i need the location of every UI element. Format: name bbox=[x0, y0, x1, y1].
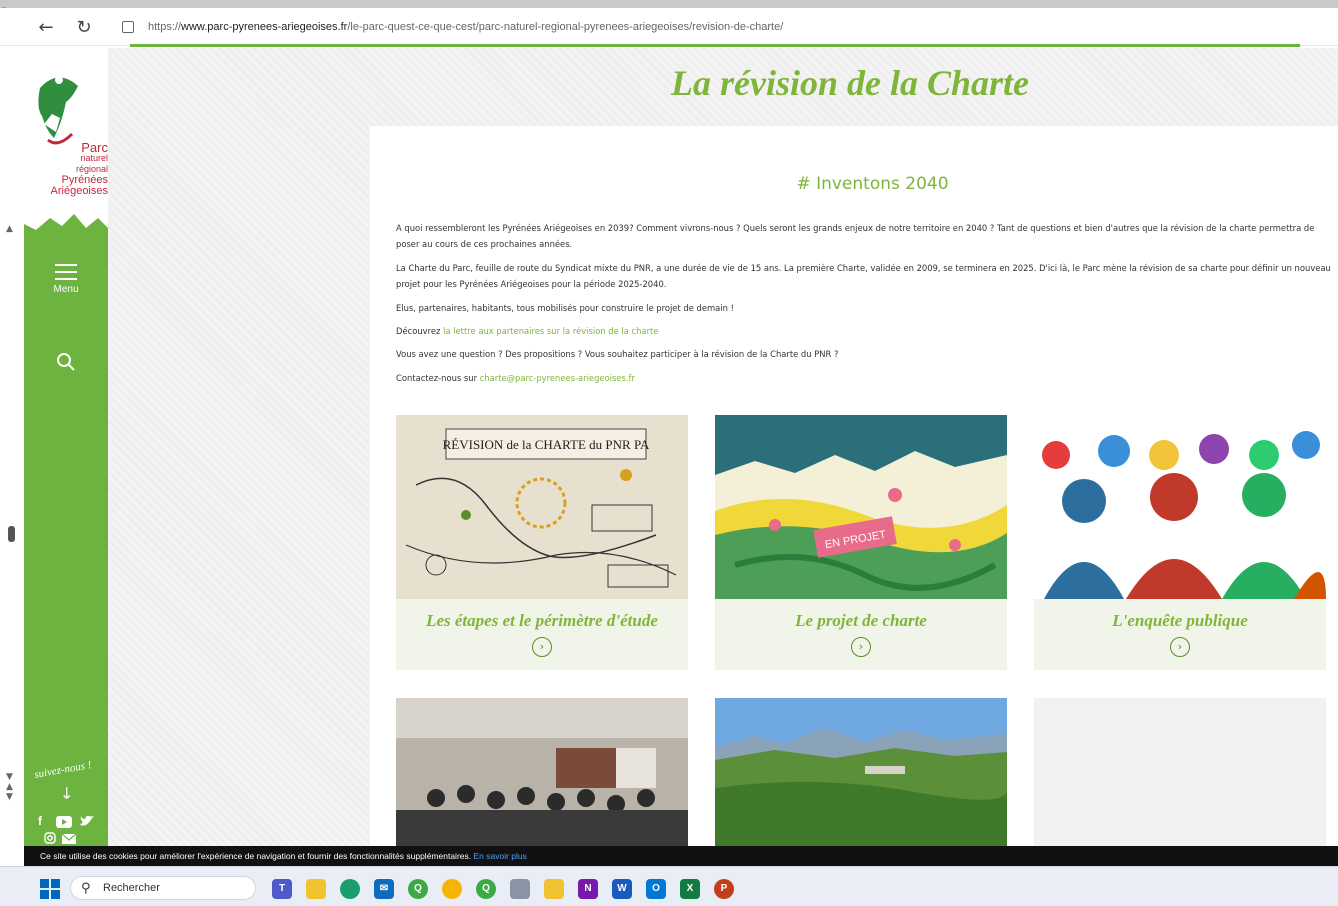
logo-text: Parc naturel régional Pyrénées Ariégeois… bbox=[32, 140, 108, 197]
card-inquiry-image bbox=[1034, 415, 1326, 599]
contact-email-link[interactable]: charte@parc-pyrenees-ariegeoises.fr bbox=[480, 373, 635, 383]
card-stages-image-text: RÉVISION de la CHARTE du PNR PA bbox=[443, 437, 650, 452]
mountains-icon bbox=[24, 206, 108, 230]
cookie-learn-more-link[interactable]: En savoir plus bbox=[473, 851, 526, 861]
arrow-down-icon: ↓ bbox=[60, 784, 74, 803]
address-bar[interactable]: https://www.parc-pyrenees-ariegeoises.fr… bbox=[148, 21, 783, 33]
teams-icon[interactable]: T bbox=[272, 879, 292, 899]
sidebar-green-panel: Menu suivez-nous ! ↓ f bbox=[24, 206, 108, 846]
taskbar-search[interactable]: ⚲ Rechercher bbox=[70, 876, 256, 900]
taskbar-search-placeholder: Rechercher bbox=[103, 882, 160, 894]
card-meeting-image bbox=[396, 698, 688, 846]
lock-icon[interactable] bbox=[122, 21, 134, 33]
menu-label[interactable]: Menu bbox=[24, 284, 108, 295]
app-icon[interactable] bbox=[544, 879, 564, 899]
card-landscape[interactable] bbox=[715, 698, 1007, 846]
chrome-icon[interactable] bbox=[442, 879, 462, 899]
word-icon[interactable]: W bbox=[612, 879, 632, 899]
url-prefix: https:// bbox=[148, 21, 182, 33]
cookie-banner: Ce site utilise des cookies pour amélior… bbox=[24, 846, 1338, 866]
discover-prefix: Découvrez bbox=[396, 326, 444, 336]
qgis-2-icon[interactable]: Q bbox=[476, 879, 496, 899]
youtube-icon[interactable] bbox=[56, 816, 72, 828]
card-landscape-image bbox=[715, 698, 1007, 846]
card-public-inquiry[interactable]: L'enquête publique › bbox=[1034, 415, 1326, 670]
partner-letter-link[interactable]: la lettre aux partenaires sur la révisio… bbox=[443, 326, 658, 336]
menu-button[interactable] bbox=[55, 264, 77, 282]
file-explorer-icon[interactable] bbox=[306, 879, 326, 899]
chevron-right-icon[interactable]: › bbox=[851, 637, 871, 657]
outlook-icon[interactable]: O bbox=[646, 879, 666, 899]
window-top-strip bbox=[0, 0, 1338, 8]
card-stages-title[interactable]: Les étapes et le périmètre d'étude bbox=[396, 611, 688, 631]
side-tools-icon[interactable]: ▼ ▲ ▼ bbox=[6, 772, 16, 802]
browser-side-strip: ▲ ▼ ▲ ▼ bbox=[0, 46, 24, 846]
contact-paragraph: Contactez-nous sur charte@parc-pyrenees-… bbox=[396, 370, 1331, 386]
card-project-title[interactable]: Le projet de charte bbox=[715, 611, 1007, 631]
qgis-icon[interactable]: Q bbox=[408, 879, 428, 899]
mail-icon[interactable] bbox=[62, 834, 76, 844]
powerpoint-icon[interactable]: P bbox=[714, 879, 734, 899]
scroll-up-icon[interactable]: ▲ bbox=[6, 224, 13, 234]
logo-line-naturel: naturel bbox=[80, 153, 108, 163]
reload-icon[interactable]: ↻ bbox=[74, 18, 94, 38]
remote-desktop-icon[interactable] bbox=[510, 879, 530, 899]
back-arrow-icon[interactable]: ← bbox=[36, 18, 56, 38]
card-stages-image: RÉVISION de la CHARTE du PNR PA bbox=[396, 415, 688, 599]
scroll-handle[interactable] bbox=[8, 526, 15, 542]
twitter-icon[interactable] bbox=[80, 815, 94, 827]
chevron-right-icon[interactable]: › bbox=[1170, 637, 1190, 657]
logo-line-ariegeoises: Ariégeoises bbox=[50, 185, 108, 197]
edge-browser-icon[interactable] bbox=[340, 879, 360, 899]
card-project-image: EN PROJET bbox=[715, 415, 1007, 599]
site-sidebar: Parc naturel régional Pyrénées Ariégeois… bbox=[24, 46, 108, 846]
section-heading: # Inventons 2040 bbox=[796, 174, 949, 194]
cookie-text: Ce site utilise des cookies pour amélior… bbox=[40, 851, 472, 861]
logo-line-parc: Parc bbox=[81, 140, 108, 155]
onenote-icon[interactable]: N bbox=[578, 879, 598, 899]
card-inquiry-title[interactable]: L'enquête publique bbox=[1034, 611, 1326, 631]
follow-us-label: suivez-nous ! bbox=[33, 759, 93, 781]
excel-icon[interactable]: X bbox=[680, 879, 700, 899]
card-project[interactable]: EN PROJET Le projet de charte › bbox=[715, 415, 1007, 670]
url-domain: www.parc-pyrenees-ariegeoises.fr bbox=[181, 21, 348, 33]
search-icon: ⚲ bbox=[81, 881, 91, 896]
windows-taskbar: ⚲ Rechercher T ✉ Q Q N W O X P bbox=[0, 866, 1338, 906]
chevron-right-icon[interactable]: › bbox=[532, 637, 552, 657]
instagram-icon[interactable] bbox=[44, 832, 56, 844]
mail-icon[interactable]: ✉ bbox=[374, 879, 394, 899]
intro-paragraph: A quoi ressembleront les Pyrénées Ariége… bbox=[396, 223, 1315, 249]
charter-paragraph: La Charte du Parc, feuille de route du S… bbox=[396, 263, 1331, 289]
search-icon[interactable] bbox=[56, 352, 76, 372]
content-panel: # Inventons 2040 A quoi ressembleront le… bbox=[370, 126, 1338, 846]
windows-start-icon[interactable] bbox=[40, 879, 60, 899]
browser-toolbar: ← ↻ https://www.parc-pyrenees-ariegeoise… bbox=[0, 8, 1338, 46]
discover-paragraph: Découvrez la lettre aux partenaires sur … bbox=[396, 323, 1331, 339]
page-load-bar bbox=[130, 44, 1300, 47]
social-links: f bbox=[36, 812, 106, 846]
card-meeting[interactable] bbox=[396, 698, 688, 846]
page-title: La révision de la Charte bbox=[671, 63, 1029, 103]
question-paragraph: Vous avez une question ? Des proposition… bbox=[396, 349, 839, 359]
mobilisation-paragraph: Elus, partenaires, habitants, tous mobil… bbox=[396, 303, 734, 313]
url-path: /le-parc-quest-ce-que-cest/parc-naturel-… bbox=[347, 21, 784, 33]
contact-prefix: Contactez-nous sur bbox=[396, 373, 480, 383]
park-logo[interactable]: Parc naturel régional Pyrénées Ariégeois… bbox=[32, 68, 108, 228]
card-stages[interactable]: RÉVISION de la CHARTE du PNR PA Les étap… bbox=[396, 415, 688, 670]
facebook-icon[interactable]: f bbox=[38, 814, 42, 828]
card-empty bbox=[1034, 698, 1326, 846]
